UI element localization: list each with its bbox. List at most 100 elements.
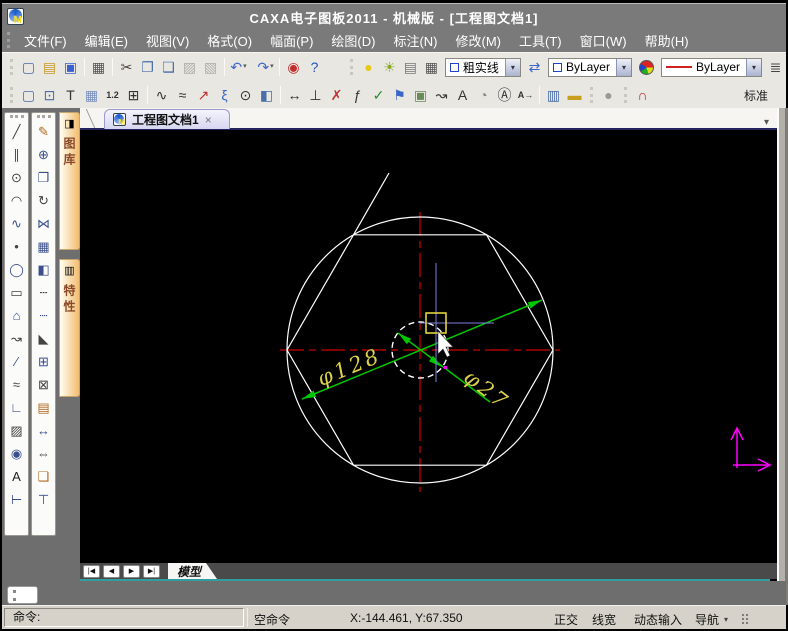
save-file-icon[interactable]: ▣: [60, 57, 81, 77]
point-icon[interactable]: •: [6, 235, 27, 258]
erase-icon[interactable]: ✎: [33, 120, 54, 143]
scale-icon[interactable]: ⊞: [33, 350, 54, 373]
e-seal-icon[interactable]: ◉: [283, 57, 304, 77]
line-icon[interactable]: ╱: [6, 120, 27, 143]
copy-entity-icon[interactable]: ❐: [33, 166, 54, 189]
tab-close-icon[interactable]: ×: [205, 113, 212, 127]
tab-list-caret-icon[interactable]: [764, 112, 769, 130]
dimension-icon[interactable]: ⊢: [6, 488, 27, 511]
bisector-icon[interactable]: ∕: [6, 350, 27, 373]
linetype-combo[interactable]: ByLayer: [660, 57, 762, 77]
color-combo[interactable]: ByLayer: [547, 57, 632, 77]
menu-help[interactable]: 帮助(H): [636, 28, 698, 53]
cut-icon[interactable]: ✂: [116, 57, 137, 77]
mirror-icon[interactable]: ⋈: [33, 212, 54, 235]
check-icon[interactable]: ✓: [368, 85, 389, 105]
edit-dim-icon[interactable]: ↔: [33, 419, 54, 442]
offset-icon[interactable]: ≈: [6, 373, 27, 396]
linetype-combo-caret-icon[interactable]: [746, 58, 761, 76]
fill-style-icon[interactable]: ◧: [256, 85, 277, 105]
modify-toolbar-grip[interactable]: [36, 115, 51, 118]
tolerance-icon[interactable]: ⊤: [33, 488, 54, 511]
extension-line[interactable]: [352, 172, 390, 236]
navigation-toggle[interactable]: 导航: [695, 611, 719, 628]
brightness-icon[interactable]: ☀: [379, 57, 400, 77]
copy-basepoint-icon[interactable]: ❑: [158, 57, 179, 77]
prev-sheet-button[interactable]: ◀: [103, 564, 120, 578]
menubar-grip[interactable]: [7, 32, 10, 48]
menu-window[interactable]: 窗口(W): [571, 28, 636, 53]
menu-modify[interactable]: 修改(M): [447, 28, 511, 53]
text-window-icon[interactable]: T: [60, 85, 81, 105]
paste-icon[interactable]: ▨: [179, 57, 200, 77]
move-icon[interactable]: ⊕: [33, 143, 54, 166]
break-curve-icon[interactable]: ✗: [326, 85, 347, 105]
color-wheel-icon[interactable]: [638, 59, 654, 75]
zoom-window-icon[interactable]: ⊡: [39, 85, 60, 105]
display-panel-icon[interactable]: ▥: [543, 85, 564, 105]
paste-special-icon[interactable]: ▧: [200, 57, 221, 77]
next-sheet-button[interactable]: ▶: [123, 564, 140, 578]
fill-icon[interactable]: ◉: [6, 442, 27, 465]
polyline-icon[interactable]: ↝: [6, 327, 27, 350]
layer-combo[interactable]: 粗实线: [444, 57, 521, 77]
format-brush-icon[interactable]: ❏: [33, 465, 54, 488]
style-manager-icon[interactable]: ≣: [765, 57, 786, 77]
tab-properties[interactable]: ▥ 特性: [59, 259, 80, 397]
menu-edit[interactable]: 编辑(E): [76, 28, 137, 53]
leader-icon[interactable]: ↝: [431, 85, 452, 105]
select-window-icon[interactable]: ▢: [18, 85, 39, 105]
toolbar-grip[interactable]: [10, 59, 13, 75]
plot-layer-icon[interactable]: ▦: [421, 57, 442, 77]
undo-icon[interactable]: ↶: [228, 57, 249, 77]
explode-icon[interactable]: ⊠: [33, 373, 54, 396]
layer-on-icon[interactable]: ●: [358, 57, 379, 77]
spline-node-icon[interactable]: ξ: [214, 85, 235, 105]
pointer-icon[interactable]: ↗: [193, 85, 214, 105]
menu-view[interactable]: 视图(V): [137, 28, 198, 53]
navigation-caret-icon[interactable]: [724, 611, 728, 625]
stretch-icon[interactable]: ◧: [33, 258, 54, 281]
dimension-27[interactable]: φ27: [397, 332, 514, 415]
layer-combo-caret-icon[interactable]: [504, 58, 520, 76]
text-arrow-icon[interactable]: A→: [515, 85, 536, 105]
last-sheet-button[interactable]: ▶|: [143, 564, 160, 578]
zigzag-line-icon[interactable]: ≈: [172, 85, 193, 105]
color-combo-caret-icon[interactable]: [615, 58, 631, 76]
chamfer-icon[interactable]: ◣: [33, 327, 54, 350]
layer-lock-icon[interactable]: ▤: [400, 57, 421, 77]
coord-dim-icon[interactable]: ⊥: [305, 85, 326, 105]
table-icon[interactable]: ⊞: [123, 85, 144, 105]
redo-icon[interactable]: ↷: [255, 57, 276, 77]
lineweight-toggle[interactable]: 线宽: [592, 611, 616, 628]
menu-draw[interactable]: 绘图(D): [322, 28, 384, 53]
arc-icon[interactable]: ◠: [6, 189, 27, 212]
array-icon[interactable]: ▦: [33, 235, 54, 258]
swap-dim-icon[interactable]: ⇔: [33, 442, 54, 465]
menu-format[interactable]: 格式(O): [198, 28, 261, 53]
ruler-icon[interactable]: ▬: [564, 85, 585, 105]
text-edit-icon[interactable]: A: [452, 85, 473, 105]
tab-library[interactable]: ◨ 图库: [59, 112, 80, 250]
layer-transfer-icon[interactable]: ⇄: [524, 57, 545, 77]
trim-icon[interactable]: ┄: [33, 281, 54, 304]
menu-tools[interactable]: 工具(T): [510, 28, 571, 53]
rotate-icon[interactable]: ↻: [33, 189, 54, 212]
inspect-icon[interactable]: ⊙: [235, 85, 256, 105]
command-window-handle[interactable]: [7, 586, 38, 604]
menu-sheet[interactable]: 幅面(P): [261, 28, 322, 53]
new-file-icon[interactable]: ▢: [18, 57, 39, 77]
datum-flag-icon[interactable]: ⚑: [389, 85, 410, 105]
wave-curve-icon[interactable]: ∿: [151, 85, 172, 105]
command-input[interactable]: 命令:: [4, 608, 244, 627]
viewport-grid-icon[interactable]: ▦: [81, 85, 102, 105]
toolbar-grip[interactable]: [10, 87, 13, 103]
linear-dim-icon[interactable]: ↔: [284, 85, 305, 105]
hatch-icon[interactable]: ▨: [6, 419, 27, 442]
toolbar-grip[interactable]: [349, 59, 353, 75]
ortho-toggle[interactable]: 正交: [554, 611, 578, 628]
print-icon[interactable]: ▦: [88, 57, 109, 77]
extend-icon[interactable]: ┈: [33, 304, 54, 327]
formula-icon[interactable]: ƒ: [347, 85, 368, 105]
help-icon[interactable]: ?: [304, 57, 325, 77]
